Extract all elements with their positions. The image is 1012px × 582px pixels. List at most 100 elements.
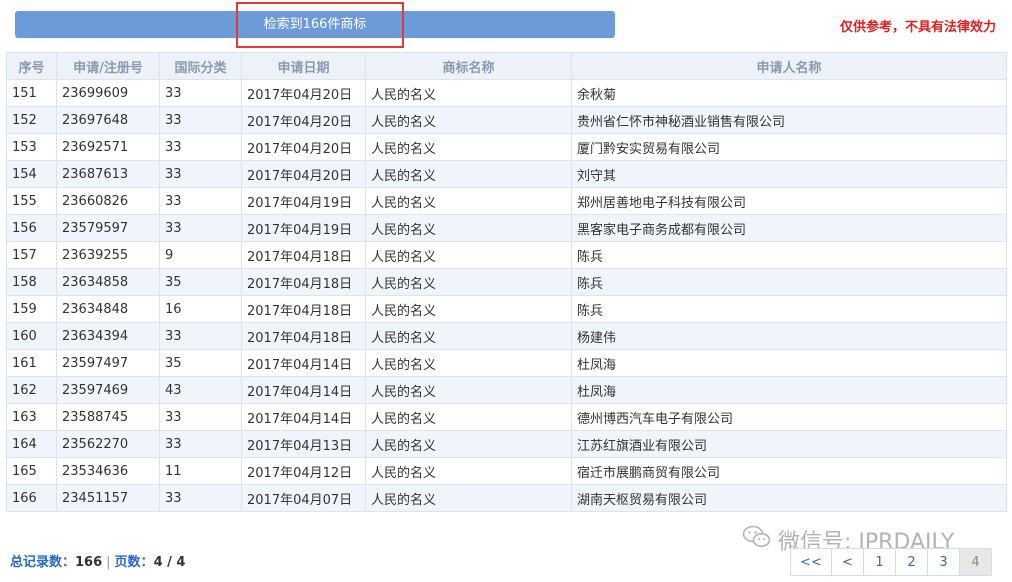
page-1-button[interactable]: 1 (863, 548, 896, 576)
pagination: << <1 2 3 4 (790, 548, 992, 576)
cell-applicant-name: 宿迁市展鹏商贸有限公司 (571, 457, 1007, 485)
cell-application-date: 2017年04月20日 (241, 106, 366, 134)
cell-application-date: 2017年04月19日 (241, 214, 366, 242)
table-row: 166 23451157 33 2017年04月07日 人民的名义 湖南天枢贸易有限公司 (6, 484, 1007, 512)
cell-application-date: 2017年04月20日 (241, 133, 366, 161)
cell-serial-number: 156 (6, 214, 57, 242)
cell-intl-class: 33 (159, 187, 242, 215)
cell-applicant-name: 陈兵 (571, 268, 1007, 296)
cell-serial-number: 151 (6, 79, 57, 107)
cell-application-date: 2017年04月07日 (241, 484, 366, 512)
cell-trademark-name[interactable]: 人民的名义 (365, 106, 572, 134)
cell-trademark-name[interactable]: 人民的名义 (365, 349, 572, 377)
cell-serial-number: 163 (6, 403, 57, 431)
cell-intl-class: 33 (159, 484, 242, 512)
cell-trademark-name[interactable]: 人民的名义 (365, 403, 572, 431)
cell-trademark-name[interactable]: 人民的名义 (365, 79, 572, 107)
cell-serial-number: 159 (6, 295, 57, 323)
cell-applicant-name: 湖南天枢贸易有限公司 (571, 484, 1007, 512)
cell-applicant-name: 陈兵 (571, 241, 1007, 269)
cell-application-date: 2017年04月14日 (241, 349, 366, 377)
cell-application-date: 2017年04月12日 (241, 457, 366, 485)
prev-page-button[interactable]: < (831, 548, 864, 576)
cell-application-date: 2017年04月19日 (241, 187, 366, 215)
column-header: 序号 (6, 52, 57, 80)
cell-registration-number[interactable]: 23687613 (56, 160, 160, 188)
cell-serial-number: 158 (6, 268, 57, 296)
cell-trademark-name[interactable]: 人民的名义 (365, 295, 572, 323)
total-records-value: 166 (75, 555, 103, 570)
cell-application-date: 2017年04月18日 (241, 322, 366, 350)
cell-applicant-name: 贵州省仁怀市神秘酒业销售有限公司 (571, 106, 1007, 134)
cell-serial-number: 166 (6, 484, 57, 512)
cell-applicant-name: 余秋菊 (571, 79, 1007, 107)
cell-registration-number[interactable]: 23697648 (56, 106, 160, 134)
cell-intl-class: 16 (159, 295, 242, 323)
cell-serial-number: 161 (6, 349, 57, 377)
cell-registration-number[interactable]: 23451157 (56, 484, 160, 512)
total-records-label: 总记录数： (10, 555, 76, 570)
result-count-label: 检索到166件商标 (263, 17, 367, 32)
wechat-icon (742, 524, 772, 556)
cell-trademark-name[interactable]: 人民的名义 (365, 268, 572, 296)
cell-intl-class: 33 (159, 214, 242, 242)
cell-applicant-name: 德州博西汽车电子有限公司 (571, 403, 1007, 431)
column-header: 申请/注册号 (56, 52, 160, 80)
cell-registration-number[interactable]: 23634858 (56, 268, 160, 296)
cell-trademark-name[interactable]: 人民的名义 (365, 376, 572, 404)
table-row: 158 23634858 35 2017年04月18日 人民的名义 陈兵 (6, 268, 1007, 296)
cell-trademark-name[interactable]: 人民的名义 (365, 322, 572, 350)
cell-intl-class: 35 (159, 349, 242, 377)
cell-registration-number[interactable]: 23579597 (56, 214, 160, 242)
table-row: 156 23579597 33 2017年04月19日 人民的名义 黑客家电子商务成都有限… (6, 214, 1007, 242)
cell-intl-class: 33 (159, 79, 242, 107)
cell-registration-number[interactable]: 23588745 (56, 403, 160, 431)
cell-applicant-name: 陈兵 (571, 295, 1007, 323)
cell-trademark-name[interactable]: 人民的名义 (365, 430, 572, 458)
result-count-bar: 检索到166件商标 (15, 11, 615, 38)
cell-intl-class: 43 (159, 376, 242, 404)
cell-serial-number: 164 (6, 430, 57, 458)
cell-application-date: 2017年04月14日 (241, 403, 366, 431)
cell-trademark-name[interactable]: 人民的名义 (365, 241, 572, 269)
cell-registration-number[interactable]: 23634394 (56, 322, 160, 350)
cell-application-date: 2017年04月13日 (241, 430, 366, 458)
cell-registration-number[interactable]: 23639255 (56, 241, 160, 269)
cell-intl-class: 33 (159, 403, 242, 431)
cell-trademark-name[interactable]: 人民的名义 (365, 457, 572, 485)
cell-serial-number: 155 (6, 187, 57, 215)
page-3-button[interactable]: 3 (927, 548, 960, 576)
table-row: 164 23562270 33 2017年04月13日 人民的名义 江苏红旗酒业有限公司 (6, 430, 1007, 458)
cell-trademark-name[interactable]: 人民的名义 (365, 160, 572, 188)
table-row: 152 23697648 33 2017年04月20日 人民的名义 贵州省仁怀市神秘酒业销… (6, 106, 1007, 134)
cell-intl-class: 33 (159, 160, 242, 188)
cell-registration-number[interactable]: 23597469 (56, 376, 160, 404)
cell-registration-number[interactable]: 23699609 (56, 79, 160, 107)
cell-intl-class: 33 (159, 430, 242, 458)
cell-intl-class: 11 (159, 457, 242, 485)
page-2-button[interactable]: 2 (895, 548, 928, 576)
cell-registration-number[interactable]: 23692571 (56, 133, 160, 161)
cell-trademark-name[interactable]: 人民的名义 (365, 187, 572, 215)
cell-applicant-name: 刘守其 (571, 160, 1007, 188)
cell-trademark-name[interactable]: 人民的名义 (365, 484, 572, 512)
cell-trademark-name[interactable]: 人民的名义 (365, 214, 572, 242)
cell-registration-number[interactable]: 23534636 (56, 457, 160, 485)
cell-applicant-name: 杜凤海 (571, 349, 1007, 377)
record-summary: 总记录数：166 | 页数：4 / 4 (10, 551, 185, 570)
table-row: 161 23597497 35 2017年04月14日 人民的名义 杜凤海 (6, 349, 1007, 377)
cell-registration-number[interactable]: 23634848 (56, 295, 160, 323)
table-row: 165 23534636 11 2017年04月12日 人民的名义 宿迁市展鹏商贸有限公司 (6, 457, 1007, 485)
cell-registration-number[interactable]: 23660826 (56, 187, 160, 215)
cell-application-date: 2017年04月18日 (241, 295, 366, 323)
cell-applicant-name: 江苏红旗酒业有限公司 (571, 430, 1007, 458)
cell-intl-class: 33 (159, 133, 242, 161)
cell-registration-number[interactable]: 23562270 (56, 430, 160, 458)
cell-serial-number: 160 (6, 322, 57, 350)
table-row: 163 23588745 33 2017年04月14日 人民的名义 德州博西汽车电子有限公… (6, 403, 1007, 431)
cell-trademark-name[interactable]: 人民的名义 (365, 133, 572, 161)
first-page-button[interactable]: << (790, 548, 832, 576)
cell-registration-number[interactable]: 23597497 (56, 349, 160, 377)
column-header: 国际分类 (159, 52, 242, 80)
cell-application-date: 2017年04月18日 (241, 241, 366, 269)
